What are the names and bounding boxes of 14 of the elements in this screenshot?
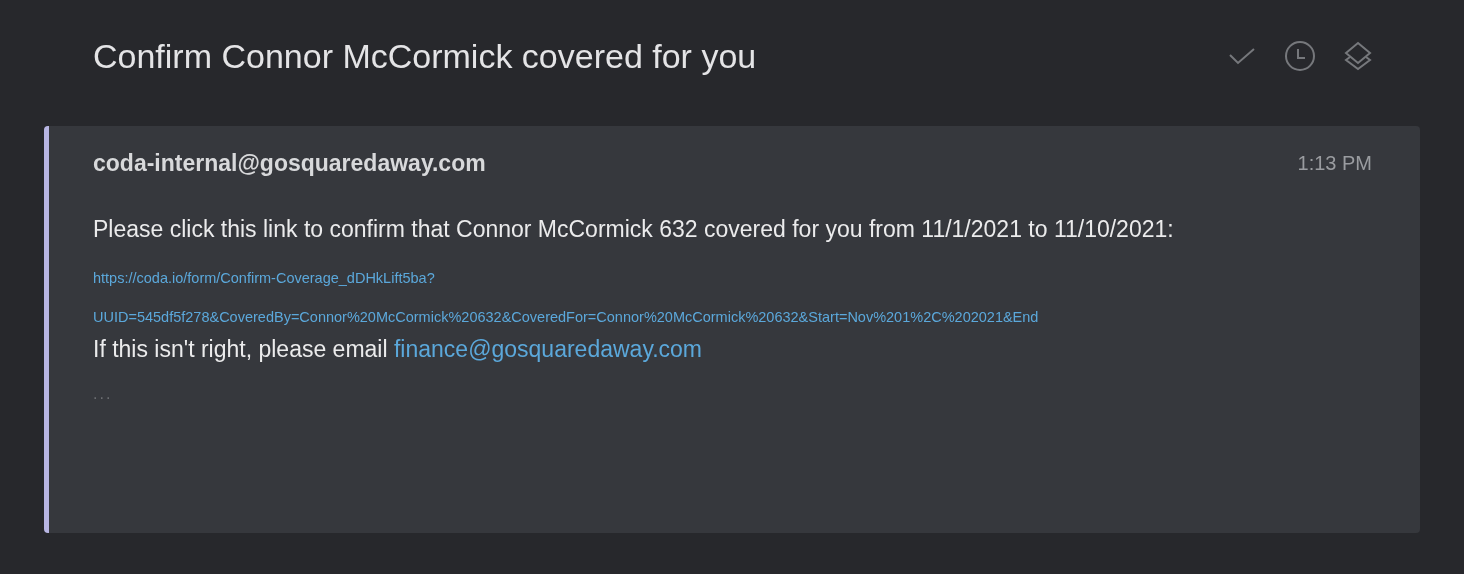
layers-icon [1344, 41, 1372, 71]
snooze-button[interactable] [1284, 40, 1316, 72]
footer-text: If this isn't right, please email finance@gosquaredaway.com [93, 336, 703, 363]
confirm-link[interactable]: https://coda.io/form/Confirm-Coverage_dDHkLift5ba? [93, 266, 1372, 291]
email-subject: Confirm Connor McCormick covered for you [93, 36, 757, 76]
archive-button[interactable] [1342, 40, 1374, 72]
confirm-link[interactable]: UUID=545df5f278&CoveredBy=Connor%20McCormick%20632&CoveredFor=Connor%20McCormick%20632&Start=Nov%201%2C%202021&End [93, 305, 1372, 330]
check-icon [1229, 47, 1255, 65]
message-body: Please click this link to confirm that Connor McCormick 632 covered for you from 11/1/2021 to 11/10/2021: [93, 215, 1175, 244]
more-ellipsis[interactable]: ... [93, 385, 1372, 403]
sender-address: coda-internal@gosquaredaway.com [93, 150, 486, 177]
email-link[interactable]: finance@gosquaredaway.com [393, 336, 702, 362]
message-time: 1:13 PM [1297, 152, 1372, 175]
clock-icon [1284, 40, 1316, 72]
